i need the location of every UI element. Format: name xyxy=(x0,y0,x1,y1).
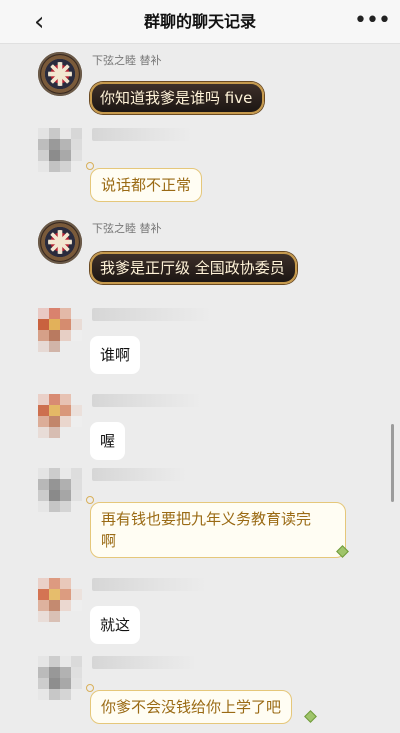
message-bubble[interactable]: 再有钱也要把九年义务教育读完 啊 xyxy=(90,502,346,558)
sender-name-blurred xyxy=(92,128,192,141)
message-bubble[interactable]: 就这 xyxy=(90,606,141,644)
page-title: 群聊的聊天记录 xyxy=(143,12,256,31)
message-bubble[interactable]: 谁啊 xyxy=(90,336,141,374)
sender-name-blurred xyxy=(92,308,212,321)
message-bubble[interactable]: 喔 xyxy=(90,422,126,460)
sender-name: 下弦之睦 替补 xyxy=(92,54,162,67)
avatar[interactable] xyxy=(38,308,82,352)
bubble-gem-icon xyxy=(304,710,317,723)
sender-name-blurred xyxy=(92,656,197,669)
avatar[interactable] xyxy=(38,578,82,622)
bubble-sparkle-icon xyxy=(86,162,94,170)
sender-name: 下弦之睦 替补 xyxy=(92,222,162,235)
scrollbar[interactable] xyxy=(391,424,394,502)
more-button[interactable]: ••• xyxy=(354,10,391,32)
avatar[interactable] xyxy=(38,468,82,512)
sender-name-blurred xyxy=(92,394,202,407)
bubble-sparkle-icon xyxy=(86,684,94,692)
bubble-sparkle-icon xyxy=(86,496,94,504)
chat-history[interactable]: 下弦之睦 替补 你知道我爹是谁吗 five 说话都不正常 下弦之睦 替补 我爹是… xyxy=(0,44,400,733)
sender-name-blurred xyxy=(92,468,187,481)
top-bar: ‹ 群聊的聊天记录 ••• xyxy=(0,0,400,44)
avatar[interactable] xyxy=(38,656,82,700)
avatar[interactable] xyxy=(38,52,82,96)
message-bubble[interactable]: 你爹不会没钱给你上学了吧 xyxy=(90,690,293,724)
avatar[interactable] xyxy=(38,394,82,438)
sender-name-blurred xyxy=(92,578,207,591)
message-bubble[interactable]: 你知道我爹是谁吗 five xyxy=(90,82,265,114)
avatar[interactable] xyxy=(38,128,82,172)
message-bubble[interactable]: 我爹是正厅级 全国政协委员 xyxy=(90,252,297,284)
avatar[interactable] xyxy=(38,220,82,264)
more-dots-icon: ••• xyxy=(354,8,391,33)
message-bubble[interactable]: 说话都不正常 xyxy=(90,168,203,202)
